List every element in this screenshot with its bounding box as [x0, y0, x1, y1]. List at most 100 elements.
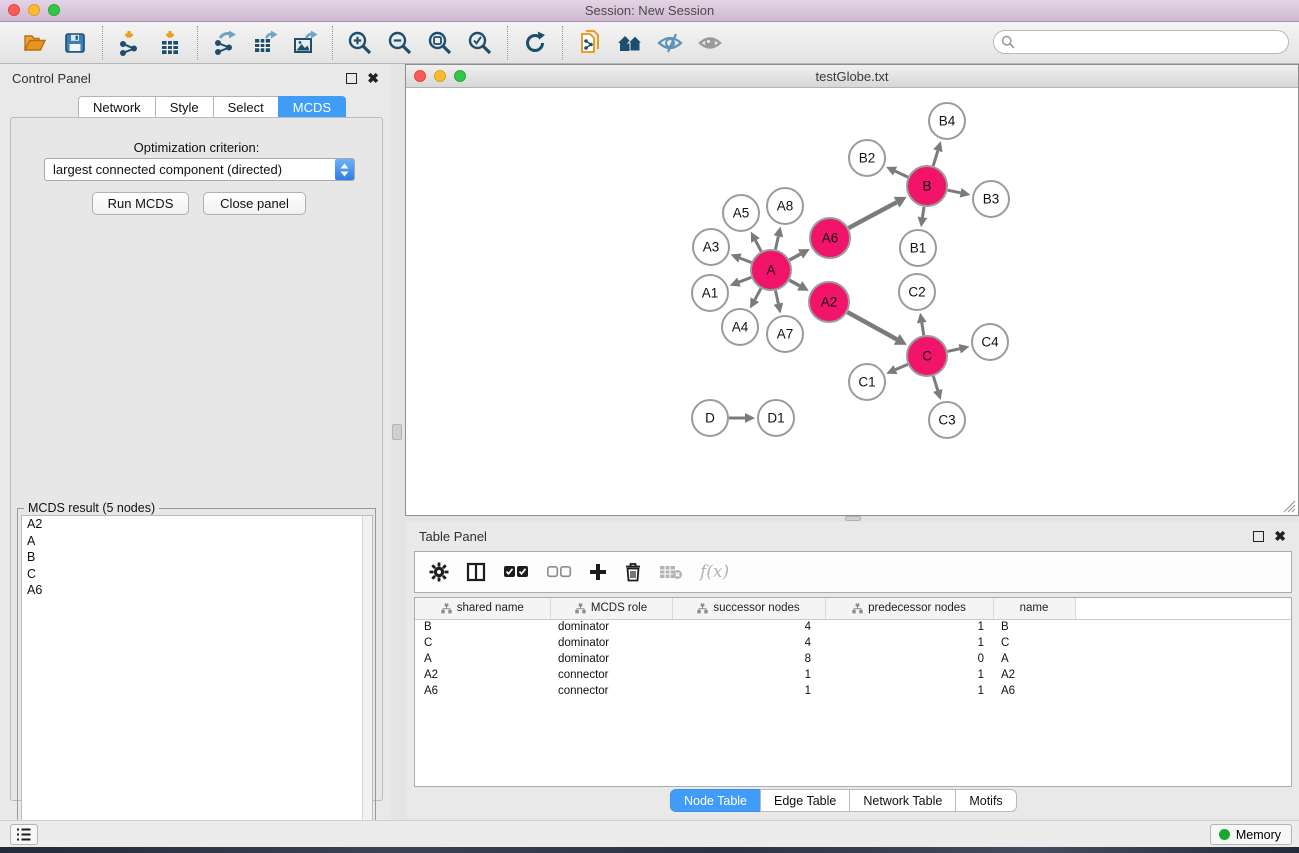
- import-table-icon[interactable]: [155, 28, 185, 58]
- network-window-titlebar[interactable]: testGlobe.txt: [406, 65, 1298, 88]
- export-image-icon[interactable]: [290, 28, 320, 58]
- table-cell[interactable]: connector: [550, 683, 672, 699]
- tab-mcds[interactable]: MCDS: [278, 96, 346, 118]
- graph-edge[interactable]: [739, 277, 751, 282]
- table-row[interactable]: Cdominator41C: [415, 635, 1291, 651]
- graph-edge[interactable]: [847, 312, 896, 339]
- table-cell[interactable]: [1075, 635, 1291, 651]
- zoom-network-button[interactable]: [454, 70, 466, 82]
- deselect-all-icon[interactable]: [546, 565, 572, 579]
- table-cell[interactable]: 1: [825, 635, 993, 651]
- vertical-splitter-grip[interactable]: [392, 424, 402, 440]
- export-network-icon[interactable]: [210, 28, 240, 58]
- graph-edge[interactable]: [775, 291, 778, 304]
- resize-grip-icon[interactable]: [1283, 500, 1296, 513]
- mcds-result-item[interactable]: A: [22, 533, 372, 550]
- mcds-result-item[interactable]: A6: [22, 582, 372, 599]
- run-mcds-button[interactable]: Run MCDS: [92, 192, 189, 215]
- zoom-fit-icon[interactable]: [425, 28, 455, 58]
- table-cell[interactable]: [1075, 619, 1291, 635]
- float-panel-icon[interactable]: [346, 73, 357, 84]
- search-input[interactable]: [1015, 35, 1265, 49]
- graph-edge[interactable]: [895, 364, 907, 369]
- function-builder-icon[interactable]: f(x): [700, 562, 729, 582]
- minimize-window-button[interactable]: [28, 4, 40, 16]
- zoom-out-icon[interactable]: [385, 28, 415, 58]
- add-icon[interactable]: [589, 563, 607, 581]
- table-cell[interactable]: dominator: [550, 619, 672, 635]
- refresh-icon[interactable]: [520, 28, 550, 58]
- search-box[interactable]: [993, 30, 1289, 54]
- table-cell[interactable]: B: [415, 619, 550, 635]
- graph-edge[interactable]: [789, 254, 800, 260]
- export-table-icon[interactable]: [250, 28, 280, 58]
- table-cell[interactable]: B: [993, 619, 1075, 635]
- select-all-icon[interactable]: [503, 565, 529, 579]
- table-row[interactable]: A6connector11A6: [415, 683, 1291, 699]
- minimize-network-button[interactable]: [434, 70, 446, 82]
- table-cell[interactable]: 0: [825, 651, 993, 667]
- graph-edge[interactable]: [740, 258, 751, 262]
- save-session-icon[interactable]: [60, 28, 90, 58]
- close-network-button[interactable]: [414, 70, 426, 82]
- horizontal-splitter-grip[interactable]: [845, 516, 861, 521]
- graph-edge[interactable]: [933, 151, 938, 166]
- close-window-button[interactable]: [8, 4, 20, 16]
- hide-selected-icon[interactable]: [655, 28, 685, 58]
- mcds-result-item[interactable]: A2: [22, 516, 372, 533]
- table-cell[interactable]: dominator: [550, 635, 672, 651]
- graph-edge[interactable]: [933, 376, 937, 390]
- table-cell[interactable]: C: [415, 635, 550, 651]
- gear-icon[interactable]: [429, 562, 449, 582]
- close-panel-button[interactable]: Close panel: [203, 192, 306, 215]
- zoom-selected-icon[interactable]: [465, 28, 495, 58]
- table-cell[interactable]: 1: [825, 683, 993, 699]
- col-name[interactable]: name: [993, 598, 1075, 619]
- graph-edge[interactable]: [789, 280, 799, 286]
- table-cell[interactable]: 1: [672, 667, 825, 683]
- table-cell[interactable]: 8: [672, 651, 825, 667]
- table-cell[interactable]: [1075, 651, 1291, 667]
- table-cell[interactable]: [1075, 683, 1291, 699]
- open-session-icon[interactable]: [20, 28, 50, 58]
- mcds-result-list[interactable]: A2ABCA6: [21, 515, 373, 843]
- network-canvas[interactable]: B4B2BB3A5A8A6A3AB1A1A2C2A4A7C4CC1DD1C3: [406, 88, 1298, 515]
- table-cell[interactable]: A: [993, 651, 1075, 667]
- task-history-button[interactable]: [10, 824, 38, 845]
- tab-network[interactable]: Network: [78, 96, 155, 118]
- col-shared-name[interactable]: shared name: [415, 598, 550, 619]
- graph-edge[interactable]: [755, 240, 761, 251]
- mcds-result-item[interactable]: C: [22, 566, 372, 583]
- table-cell[interactable]: [1075, 667, 1291, 683]
- graph-edge[interactable]: [755, 288, 761, 299]
- table-cell[interactable]: 1: [825, 619, 993, 635]
- show-all-icon[interactable]: [695, 28, 725, 58]
- duplicate-network-icon[interactable]: [575, 28, 605, 58]
- home-icon[interactable]: [615, 28, 645, 58]
- col-successor-nodes[interactable]: successor nodes: [672, 598, 825, 619]
- delete-table-icon[interactable]: [659, 564, 683, 580]
- tab-edge-table[interactable]: Edge Table: [760, 789, 849, 812]
- close-panel-icon[interactable]: ✖: [367, 73, 379, 84]
- graph-edge[interactable]: [948, 190, 961, 193]
- table-cell[interactable]: dominator: [550, 651, 672, 667]
- tab-node-table[interactable]: Node Table: [670, 789, 760, 812]
- node-table[interactable]: shared name MCDS role successor nodes pr…: [414, 597, 1292, 787]
- tab-network-table[interactable]: Network Table: [849, 789, 955, 812]
- table-cell[interactable]: 1: [825, 667, 993, 683]
- columns-icon[interactable]: [466, 562, 486, 582]
- table-cell[interactable]: A: [415, 651, 550, 667]
- table-cell[interactable]: 4: [672, 635, 825, 651]
- graph-edge[interactable]: [947, 349, 959, 352]
- zoom-in-icon[interactable]: [345, 28, 375, 58]
- graph-edge[interactable]: [775, 236, 778, 249]
- criterion-dropdown[interactable]: largest connected component (directed): [44, 158, 355, 181]
- mcds-result-item[interactable]: B: [22, 549, 372, 566]
- float-table-panel-icon[interactable]: [1253, 531, 1264, 542]
- close-table-panel-icon[interactable]: ✖: [1274, 531, 1286, 542]
- import-network-icon[interactable]: [115, 28, 145, 58]
- delete-icon[interactable]: [624, 562, 642, 582]
- tab-select[interactable]: Select: [213, 96, 278, 118]
- graph-edge[interactable]: [922, 207, 924, 218]
- table-cell[interactable]: 4: [672, 619, 825, 635]
